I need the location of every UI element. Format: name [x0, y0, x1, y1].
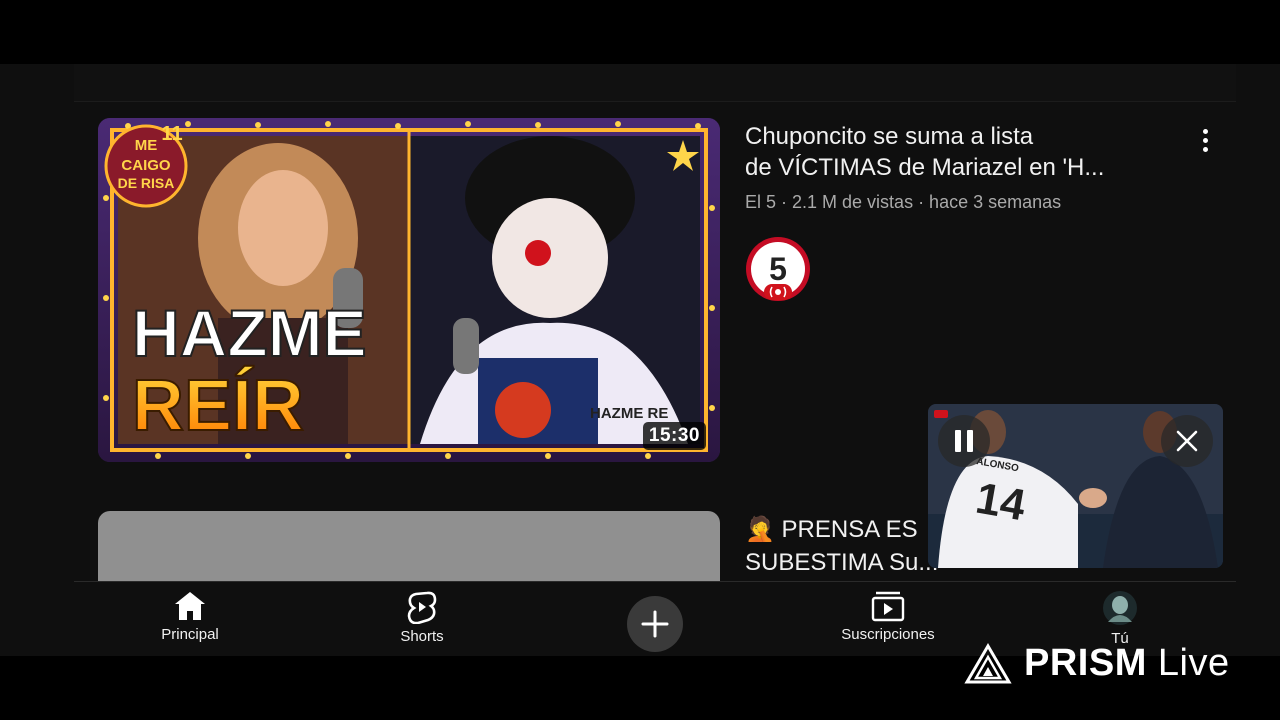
kebab-dot-icon: [1202, 146, 1208, 152]
create-button[interactable]: [627, 596, 683, 652]
prism-brand-light: Live: [1157, 642, 1230, 684]
subscriptions-icon: [871, 591, 905, 622]
thumbnail-text-hazme: HAZME: [132, 296, 367, 370]
prism-live-text: PRISM Live: [1024, 642, 1230, 685]
video-duration-badge: 15:30: [642, 422, 706, 450]
shorts-icon: [407, 591, 437, 624]
show-logo-line3: DE RISA: [118, 175, 175, 191]
video-title-line2: de VÍCTIMAS de Mariazel en 'H...: [745, 154, 1105, 181]
show-logo-line1: ME: [135, 137, 158, 154]
jersey-number: 14: [972, 474, 1029, 531]
video-title-line1: Chuponcito se suma a lista: [745, 123, 1034, 150]
nav-item-subscriptions[interactable]: Suscripciones: [818, 590, 958, 643]
youtube-app-screen: ME 11 CAIGO DE RISA HAZME REÍR HAZME RE …: [0, 64, 1280, 656]
video-title[interactable]: Chuponcito se suma a lista de VÍCTIMAS d…: [745, 121, 1165, 183]
prism-brand-bold: PRISM: [1024, 642, 1147, 684]
miniplayer-close-button[interactable]: [1161, 415, 1213, 467]
thumbnail-artwork: ME 11 CAIGO DE RISA HAZME REÍR HAZME RE: [98, 118, 720, 462]
home-icon: [175, 592, 205, 620]
top-bar-strip: [74, 64, 1236, 102]
thumbnail-text-reir: REÍR: [132, 366, 304, 446]
nav-label-home: Principal: [161, 626, 219, 643]
kebab-dot-icon: [1202, 128, 1208, 134]
show-logo-number: 11: [161, 123, 182, 145]
channel-avatar-text: 5: [769, 251, 787, 287]
nav-item-home[interactable]: Principal: [120, 590, 260, 643]
pause-bar-icon: [955, 430, 961, 452]
video-meta: El 5 · 2.1 M de vistas · hace 3 semanas: [745, 192, 1062, 212]
thumbnail-shirt-text: HAZME RE: [590, 405, 668, 422]
nav-label-subscriptions: Suscripciones: [841, 626, 935, 643]
plus-icon: [641, 610, 669, 638]
nav-item-shorts[interactable]: Shorts: [352, 590, 492, 645]
nav-item-you[interactable]: Tú: [1050, 590, 1190, 647]
profile-avatar-icon: [1103, 591, 1137, 625]
miniplayer[interactable]: ALONSO 14: [928, 404, 1223, 568]
miniplayer-pause-button[interactable]: [938, 415, 990, 467]
more-options-button[interactable]: [1190, 122, 1220, 158]
channel-avatar[interactable]: 5: [745, 236, 811, 302]
video-thumbnail[interactable]: ME 11 CAIGO DE RISA HAZME REÍR HAZME RE …: [98, 118, 720, 462]
pause-bar-icon: [967, 430, 973, 452]
prism-logo-icon: [964, 642, 1012, 683]
channel-logo-icon: 5: [746, 237, 810, 301]
prism-live-watermark: PRISM Live: [964, 642, 1230, 685]
close-icon: [1176, 430, 1198, 452]
nav-label-shorts: Shorts: [400, 628, 444, 645]
kebab-dot-icon: [1202, 137, 1208, 143]
show-logo-line2: CAIGO: [121, 157, 171, 174]
